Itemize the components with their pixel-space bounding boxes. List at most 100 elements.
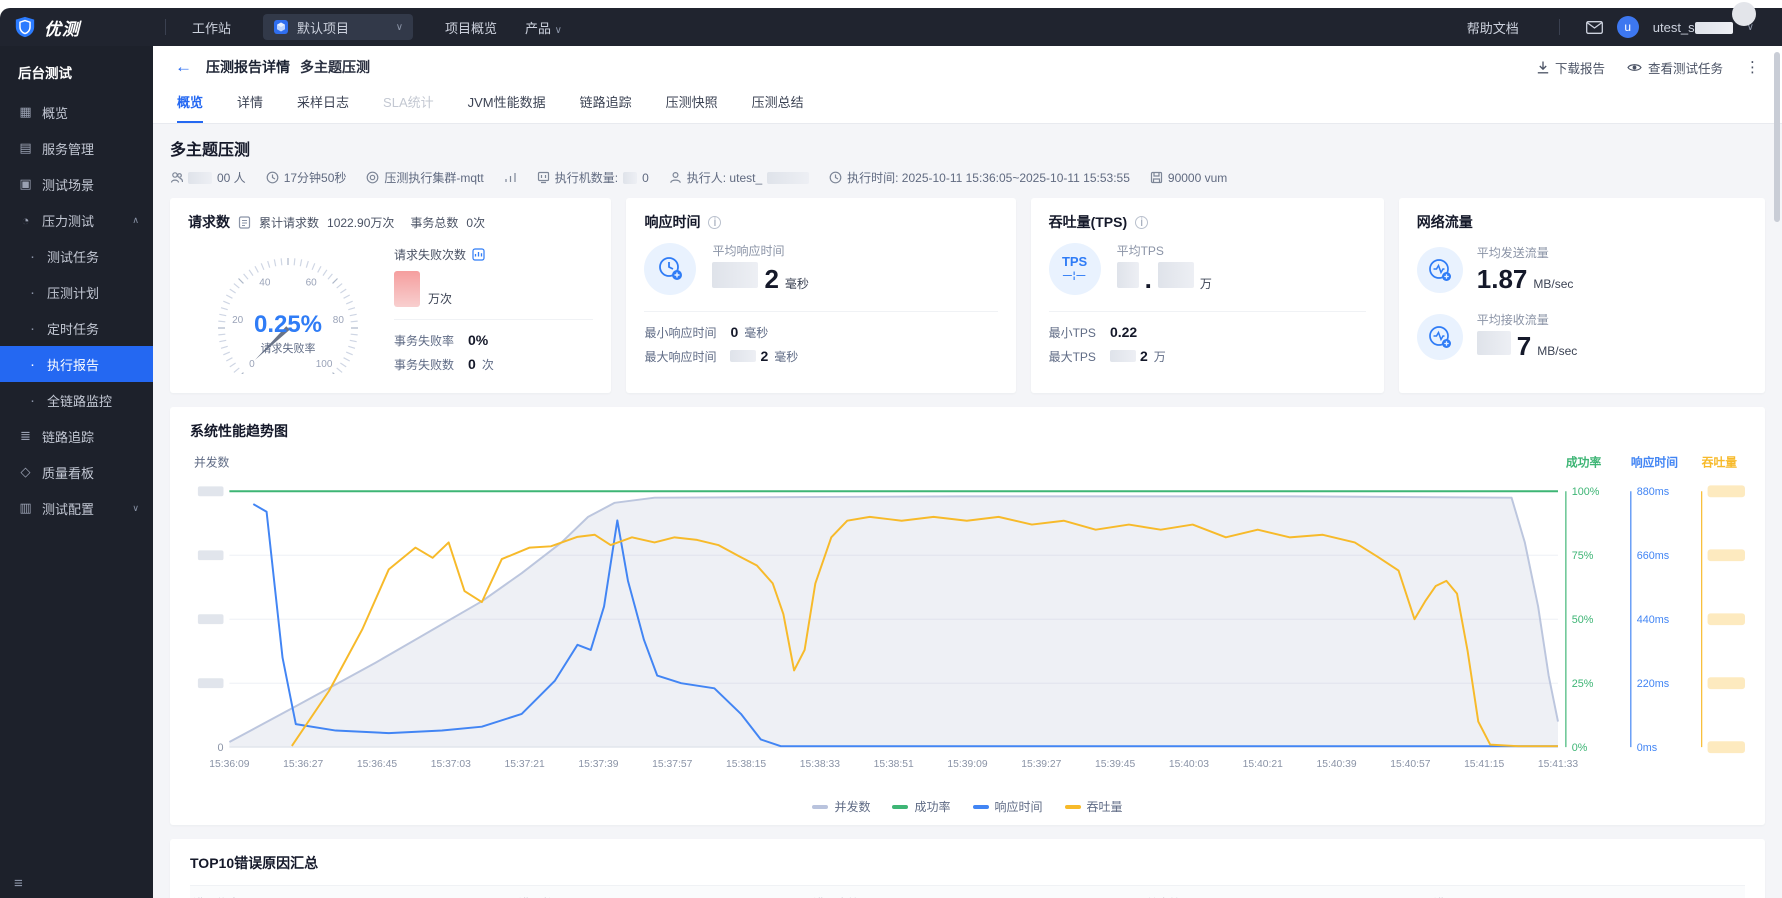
bullet-icon: · — [30, 283, 35, 301]
signal-icon — [505, 173, 516, 182]
sidebar-collapse-icon[interactable]: ≡ — [14, 875, 23, 892]
legend-吞吐量[interactable]: 吞吐量 — [1064, 798, 1123, 815]
chevron-up-icon: ∧ — [132, 214, 139, 225]
svg-text:100: 100 — [316, 359, 333, 370]
svg-text:660ms: 660ms — [1637, 550, 1670, 562]
nav-workstation[interactable]: 工作站 — [178, 18, 245, 37]
tab-链路追踪[interactable]: 链路追踪 — [580, 92, 632, 123]
chart-legend: 并发数 成功率 响应时间 吞吐量 — [190, 798, 1745, 815]
page-scrollbar[interactable] — [1774, 52, 1780, 892]
redacted-digits — [1116, 262, 1139, 288]
nav-project-overview[interactable]: 项目概览 — [431, 18, 511, 37]
meta-clock: 执行时间: 2025-10-11 15:36:05~2025-10-11 15:… — [829, 169, 1130, 186]
sidebar-item-label: 全链路监控 — [47, 393, 113, 409]
sidebar-item-概览[interactable]: ▦ 概览 — [0, 94, 153, 130]
sidebar-item-服务管理[interactable]: ▤ 服务管理 — [0, 130, 153, 166]
chart-title: 系统性能趋势图 — [190, 423, 288, 439]
quality-icon: ◇ — [20, 464, 31, 479]
bullet-icon: · — [30, 391, 35, 409]
svg-text:吞吐量: 吞吐量 — [1702, 456, 1738, 470]
tab-压测快照[interactable]: 压测快照 — [666, 92, 718, 123]
nav-divider — [1558, 19, 1560, 35]
svg-text:50%: 50% — [1572, 614, 1594, 626]
card-response-time: 响应时间 i 平均响应时间 2 毫秒 最小响应时间 0 毫秒 最大响应时间 2 … — [626, 198, 1016, 393]
sidebar-item-质量看板[interactable]: ◇ 质量看板 — [0, 454, 153, 490]
nav-help-docs[interactable]: 帮助文档 — [1453, 18, 1533, 37]
sidebar-item-压力测试[interactable]: ◔ 压力测试 ∧ — [0, 202, 153, 238]
download-report-button[interactable]: 下载报告 — [1537, 58, 1605, 77]
view-task-button[interactable]: 查看测试任务 — [1627, 58, 1723, 77]
sidebar-item-测试配置[interactable]: ▥ 测试配置 ∨ — [0, 490, 153, 526]
logo-text: 优测 — [44, 19, 80, 39]
bullet-icon: · — [30, 247, 35, 265]
sidebar-item-压测计划[interactable]: · 压测计划 — [0, 274, 153, 310]
legend-成功率[interactable]: 成功率 — [892, 798, 951, 815]
svg-text:15:38:51: 15:38:51 — [874, 759, 914, 770]
top10-title: TOP10错误原因汇总 — [190, 855, 319, 872]
svg-text:15:40:03: 15:40:03 — [1169, 759, 1209, 770]
redacted-text — [188, 171, 212, 184]
sidebar-item-测试场景[interactable]: ▣ 测试场景 — [0, 166, 153, 202]
svg-text:0: 0 — [217, 742, 223, 754]
svg-text:15:40:39: 15:40:39 — [1316, 759, 1356, 770]
svg-text:0ms: 0ms — [1637, 742, 1658, 754]
tab-详情[interactable]: 详情 — [237, 92, 263, 123]
legend-swatch — [892, 804, 909, 809]
meta-machine: 执行机数量: 0 — [537, 169, 649, 186]
more-menu-icon[interactable]: ⋮ — [1745, 58, 1760, 76]
bullet-icon: · — [30, 355, 35, 373]
sidebar-item-label: 测试任务 — [47, 249, 100, 265]
legend-响应时间[interactable]: 响应时间 — [972, 798, 1043, 815]
svg-text:响应时间: 响应时间 — [1631, 456, 1678, 470]
legend-并发数[interactable]: 并发数 — [812, 798, 870, 815]
logo-shield-icon — [15, 16, 35, 38]
chart-link-icon[interactable] — [472, 248, 485, 261]
svg-text:15:39:09: 15:39:09 — [947, 759, 987, 770]
project-selector[interactable]: 默认项目 ∨ — [263, 14, 414, 40]
svg-text:60: 60 — [306, 278, 318, 289]
tab-压测总结[interactable]: 压测总结 — [752, 92, 804, 123]
send-traffic-value: 1.87 MB/sec — [1476, 264, 1574, 294]
legend-swatch — [972, 804, 989, 809]
sidebar-item-定时任务[interactable]: · 定时任务 — [0, 310, 153, 346]
svg-text:25%: 25% — [1572, 678, 1594, 690]
sidebar-item-label: 压力测试 — [42, 213, 95, 229]
sidebar-item-测试任务[interactable]: · 测试任务 — [0, 238, 153, 274]
back-arrow-icon[interactable]: ← — [175, 57, 192, 77]
tab-JVM性能数据[interactable]: JVM性能数据 — [468, 92, 546, 123]
app-logo[interactable]: 优测 — [0, 15, 153, 40]
sidebar-item-label: 质量看板 — [42, 465, 95, 481]
report-meta-row: 00 人 17分钟50秒 压测执行集群-mqtt 执行机数量: 0 执行人: utest… — [170, 169, 1765, 186]
clock-icon — [829, 171, 842, 184]
grid-icon: ▦ — [19, 104, 32, 119]
sidebar-item-全链路监控[interactable]: · 全链路监控 — [0, 382, 153, 418]
svg-text:15:37:57: 15:37:57 — [652, 759, 692, 770]
txn-fail-count-label: 事务失败数 — [394, 357, 455, 372]
svg-text:20: 20 — [232, 315, 244, 326]
tab-概览[interactable]: 概览 — [177, 92, 204, 123]
scene-icon: ▣ — [19, 176, 32, 191]
username[interactable]: utest_s — [1653, 20, 1733, 35]
info-icon[interactable]: i — [708, 215, 722, 229]
svg-text:15:39:27: 15:39:27 — [1021, 759, 1061, 770]
sidebar-item-label: 压测计划 — [47, 285, 100, 301]
card-tps: 吞吐量(TPS) i TPS —¦— 平均TPS . 万 最小TPS 0.22 … — [1030, 198, 1384, 393]
sidebar-item-label: 服务管理 — [42, 141, 95, 157]
sidebar-item-label: 测试配置 — [42, 501, 95, 517]
nav-products[interactable]: 产品 ∨ — [511, 18, 576, 37]
tab-采样日志[interactable]: 采样日志 — [297, 92, 349, 123]
svg-text:80: 80 — [333, 315, 345, 326]
svg-text:15:39:45: 15:39:45 — [1095, 759, 1135, 770]
info-icon[interactable]: i — [1135, 215, 1149, 229]
sidebar-item-链路追踪[interactable]: ≣ 链路追踪 — [0, 418, 153, 454]
card-network: 网络流量 平均发送流量 1.87 MB/sec 平均接收流量 7 MB/sec — [1398, 198, 1766, 393]
sidebar-item-执行报告[interactable]: · 执行报告 — [0, 346, 153, 382]
meta-clock: 17分钟50秒 — [266, 169, 346, 186]
chevron-down-icon: ∨ — [132, 502, 139, 513]
redacted-digits — [730, 350, 757, 362]
mail-icon[interactable] — [1585, 20, 1603, 34]
performance-trend-chart[interactable]: 0 并发数 成功率 0% 25% 50% 75% 100% 响应时间 0ms 220ms 440ms 6… — [190, 447, 1745, 796]
browser-top-strip — [0, 0, 1782, 26]
report-header: ← 压测报告详情 多主题压测 下载报告 查看测试任务 ⋮ — [153, 46, 1782, 88]
user-avatar[interactable]: u — [1616, 16, 1639, 38]
